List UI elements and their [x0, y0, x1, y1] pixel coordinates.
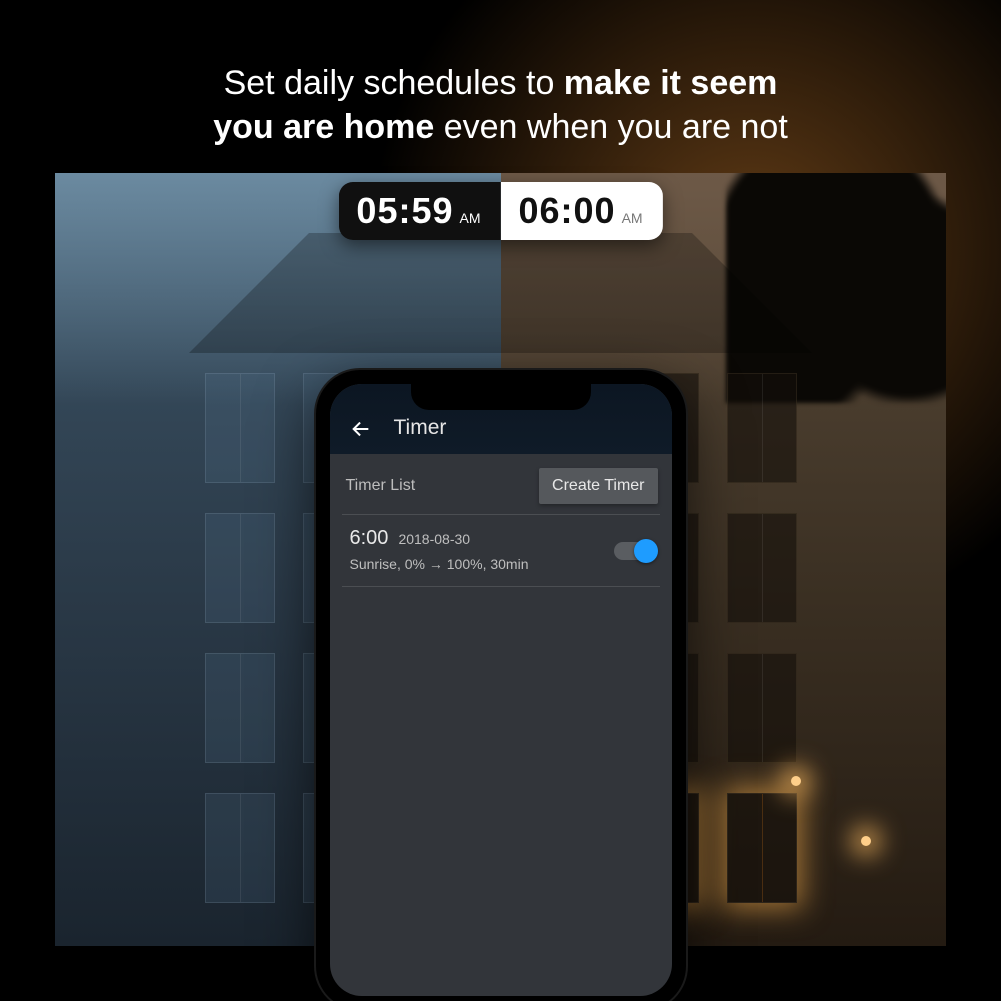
timer-list-label: Timer List [346, 477, 416, 495]
create-timer-button[interactable]: Create Timer [539, 468, 657, 504]
headline-part1: Set daily schedules to [224, 64, 564, 102]
timer-date: 2018-08-30 [398, 531, 470, 547]
app-header-title: Timer [394, 416, 447, 440]
timer-time: 6:00 [350, 527, 389, 550]
headline-bold2: you are home [213, 108, 434, 146]
phone-mockup: Timer Timer List Create Timer 6:00 2018-… [316, 370, 686, 1001]
timer-row[interactable]: 6:00 2018-08-30 Sunrise, 0% → 100%, 30mi… [342, 514, 660, 587]
marketing-headline: Set daily schedules to make it seem you … [0, 62, 1001, 149]
timer-toggle[interactable] [614, 542, 656, 560]
toggle-knob [634, 539, 658, 563]
phone-notch [411, 382, 591, 410]
time-before-chip: 05:59 AM [338, 182, 500, 240]
headline-part2: even when you are not [434, 108, 787, 146]
headline-bold1: make it seem [564, 64, 778, 102]
time-comparison: 05:59 AM 06:00 AM [338, 182, 662, 240]
time-before-ampm: AM [460, 210, 481, 226]
time-after-ampm: AM [622, 210, 643, 226]
time-before-value: 05:59 [356, 190, 453, 232]
time-after-value: 06:00 [519, 190, 616, 232]
app-screen: Timer Timer List Create Timer 6:00 2018-… [330, 384, 672, 996]
timer-description: Sunrise, 0% → 100%, 30min [350, 556, 654, 572]
timer-list-header: Timer List Create Timer [330, 454, 672, 514]
time-after-chip: 06:00 AM [501, 182, 663, 240]
back-arrow-icon[interactable] [350, 418, 372, 440]
